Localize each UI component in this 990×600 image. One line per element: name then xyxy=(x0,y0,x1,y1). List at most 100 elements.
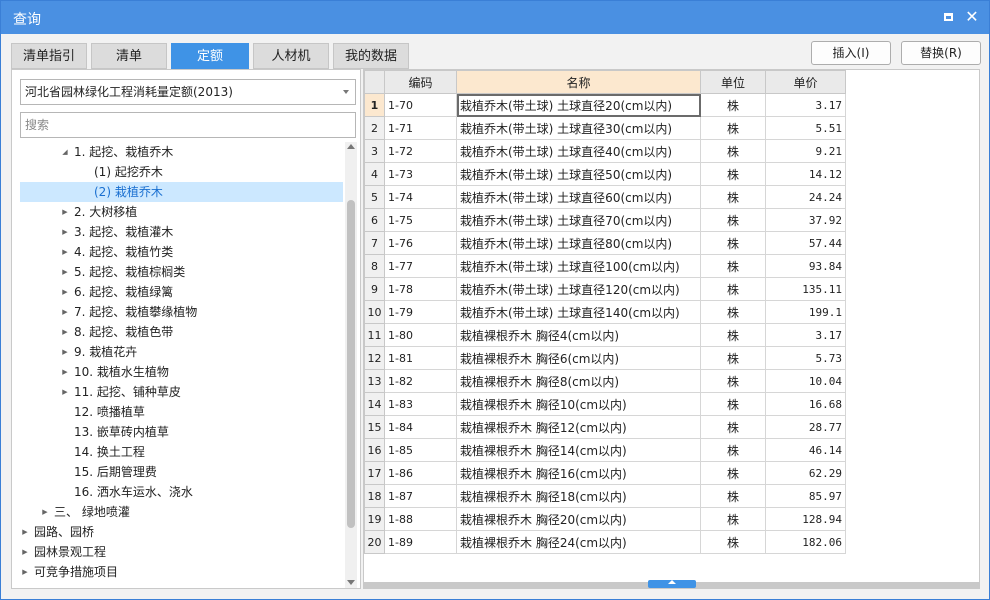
price-cell[interactable]: 37.92 xyxy=(765,208,846,232)
splitter-handle[interactable] xyxy=(648,580,696,588)
code-cell[interactable]: 1-80 xyxy=(384,323,457,347)
row-number-cell[interactable]: 9 xyxy=(364,277,385,301)
row-number-cell[interactable]: 4 xyxy=(364,162,385,186)
price-cell[interactable]: 14.12 xyxy=(765,162,846,186)
name-cell[interactable]: 栽植乔木(带土球) 土球直径20(cm以内) xyxy=(456,93,701,117)
row-number-cell[interactable]: 19 xyxy=(364,507,385,531)
name-cell[interactable]: 栽植乔木(带土球) 土球直径100(cm以内) xyxy=(456,254,701,278)
tab-materials[interactable]: 人材机 xyxy=(253,43,329,69)
unit-cell[interactable]: 株 xyxy=(700,185,766,209)
tree-item[interactable]: 16. 洒水车运水、浇水 xyxy=(20,482,343,502)
table-row[interactable]: 5 1-74 栽植乔木(带土球) 土球直径60(cm以内) 株 24.24 xyxy=(364,185,846,209)
name-cell[interactable]: 栽植乔木(带土球) 土球直径30(cm以内) xyxy=(456,116,701,140)
price-cell[interactable]: 24.24 xyxy=(765,185,846,209)
name-cell[interactable]: 栽植乔木(带土球) 土球直径50(cm以内) xyxy=(456,162,701,186)
code-cell[interactable]: 1-86 xyxy=(384,461,457,485)
quota-library-select[interactable]: 河北省园林绿化工程消耗量定额(2013) xyxy=(20,79,356,105)
row-number-cell[interactable]: 13 xyxy=(364,369,385,393)
code-cell[interactable]: 1-83 xyxy=(384,392,457,416)
table-row[interactable]: 15 1-84 栽植裸根乔木 胸径12(cm以内) 株 28.77 xyxy=(364,415,846,439)
tree-item[interactable]: ▶ 8. 起挖、栽植色带 xyxy=(20,322,343,342)
collapsed-arrow-icon[interactable]: ▶ xyxy=(60,242,70,262)
table-row[interactable]: 20 1-89 栽植裸根乔木 胸径24(cm以内) 株 182.06 xyxy=(364,530,846,554)
price-cell[interactable]: 3.17 xyxy=(765,323,846,347)
collapsed-arrow-icon[interactable]: ▶ xyxy=(60,302,70,322)
name-cell[interactable]: 栽植乔木(带土球) 土球直径120(cm以内) xyxy=(456,277,701,301)
table-row[interactable]: 16 1-85 栽植裸根乔木 胸径14(cm以内) 株 46.14 xyxy=(364,438,846,462)
price-cell[interactable]: 182.06 xyxy=(765,530,846,554)
price-cell[interactable]: 62.29 xyxy=(765,461,846,485)
table-row[interactable]: 7 1-76 栽植乔木(带土球) 土球直径80(cm以内) 株 57.44 xyxy=(364,231,846,255)
name-cell[interactable]: 栽植裸根乔木 胸径20(cm以内) xyxy=(456,507,701,531)
name-cell[interactable]: 栽植乔木(带土球) 土球直径140(cm以内) xyxy=(456,300,701,324)
tab-my-data[interactable]: 我的数据 xyxy=(333,43,409,69)
row-number-cell[interactable]: 5 xyxy=(364,185,385,209)
collapsed-arrow-icon[interactable]: ▶ xyxy=(60,382,70,402)
table-row[interactable]: 6 1-75 栽植乔木(带土球) 土球直径70(cm以内) 株 37.92 xyxy=(364,208,846,232)
unit-cell[interactable]: 株 xyxy=(700,208,766,232)
unit-cell[interactable]: 株 xyxy=(700,346,766,370)
code-cell[interactable]: 1-74 xyxy=(384,185,457,209)
table-row[interactable]: 8 1-77 栽植乔木(带土球) 土球直径100(cm以内) 株 93.84 xyxy=(364,254,846,278)
title-bar[interactable]: 查询 ✕ xyxy=(1,1,989,34)
price-cell[interactable]: 9.21 xyxy=(765,139,846,163)
row-number-cell[interactable]: 14 xyxy=(364,392,385,416)
table-row[interactable]: 9 1-78 栽植乔木(带土球) 土球直径120(cm以内) 株 135.11 xyxy=(364,277,846,301)
table-row[interactable]: 17 1-86 栽植裸根乔木 胸径16(cm以内) 株 62.29 xyxy=(364,461,846,485)
tree-item[interactable]: 12. 喷播植草 xyxy=(20,402,343,422)
unit-cell[interactable]: 株 xyxy=(700,254,766,278)
name-cell[interactable]: 栽植乔木(带土球) 土球直径40(cm以内) xyxy=(456,139,701,163)
tree-item[interactable]: ▶ 11. 起挖、铺种草皮 xyxy=(20,382,343,402)
tree-item[interactable]: ▶ 2. 大树移植 xyxy=(20,202,343,222)
table-row[interactable]: 12 1-81 栽植裸根乔木 胸径6(cm以内) 株 5.73 xyxy=(364,346,846,370)
row-number-cell[interactable]: 8 xyxy=(364,254,385,278)
unit-cell[interactable]: 株 xyxy=(700,415,766,439)
row-number-cell[interactable]: 10 xyxy=(364,300,385,324)
row-number-cell[interactable]: 2 xyxy=(364,116,385,140)
code-cell[interactable]: 1-82 xyxy=(384,369,457,393)
unit-cell[interactable]: 株 xyxy=(700,162,766,186)
price-cell[interactable]: 5.73 xyxy=(765,346,846,370)
code-cell[interactable]: 1-75 xyxy=(384,208,457,232)
name-cell[interactable]: 栽植乔木(带土球) 土球直径70(cm以内) xyxy=(456,208,701,232)
tree-item[interactable]: ▶ 6. 起挖、栽植绿篱 xyxy=(20,282,343,302)
unit-cell[interactable]: 株 xyxy=(700,139,766,163)
collapsed-arrow-icon[interactable]: ▶ xyxy=(20,522,30,542)
unit-cell[interactable]: 株 xyxy=(700,484,766,508)
name-cell[interactable]: 栽植裸根乔木 胸径18(cm以内) xyxy=(456,484,701,508)
tree-item[interactable]: ▶ 园路、园桥 xyxy=(20,522,343,542)
unit-cell[interactable]: 株 xyxy=(700,277,766,301)
name-cell[interactable]: 栽植裸根乔木 胸径4(cm以内) xyxy=(456,323,701,347)
collapsed-arrow-icon[interactable]: ▶ xyxy=(20,562,30,582)
row-number-cell[interactable]: 17 xyxy=(364,461,385,485)
unit-cell[interactable]: 株 xyxy=(700,116,766,140)
collapsed-arrow-icon[interactable]: ▶ xyxy=(60,362,70,382)
tab-bill[interactable]: 清单 xyxy=(91,43,167,69)
unit-cell[interactable]: 株 xyxy=(700,530,766,554)
price-cell[interactable]: 28.77 xyxy=(765,415,846,439)
tab-quota[interactable]: 定额 xyxy=(171,43,249,69)
code-cell[interactable]: 1-89 xyxy=(384,530,457,554)
tree-scrollbar[interactable] xyxy=(345,142,357,588)
unit-cell[interactable]: 株 xyxy=(700,461,766,485)
code-cell[interactable]: 1-73 xyxy=(384,162,457,186)
tree-item[interactable]: ▶ 可竞争措施项目 xyxy=(20,562,343,582)
replace-button[interactable]: 替换(R) xyxy=(901,41,981,65)
row-number-cell[interactable]: 11 xyxy=(364,323,385,347)
code-cell[interactable]: 1-84 xyxy=(384,415,457,439)
name-cell[interactable]: 栽植裸根乔木 胸径14(cm以内) xyxy=(456,438,701,462)
table-row[interactable]: 4 1-73 栽植乔木(带土球) 土球直径50(cm以内) 株 14.12 xyxy=(364,162,846,186)
unit-cell[interactable]: 株 xyxy=(700,323,766,347)
collapsed-arrow-icon[interactable]: ▶ xyxy=(40,502,50,522)
price-cell[interactable]: 3.17 xyxy=(765,93,846,117)
price-cell[interactable]: 57.44 xyxy=(765,231,846,255)
price-cell[interactable]: 85.97 xyxy=(765,484,846,508)
tree-item[interactable]: 14. 换土工程 xyxy=(20,442,343,462)
maximize-icon[interactable] xyxy=(939,8,957,26)
unit-cell[interactable]: 株 xyxy=(700,369,766,393)
code-cell[interactable]: 1-81 xyxy=(384,346,457,370)
tree-item[interactable]: ▶ 园林景观工程 xyxy=(20,542,343,562)
row-number-cell[interactable]: 18 xyxy=(364,484,385,508)
name-cell[interactable]: 栽植裸根乔木 胸径24(cm以内) xyxy=(456,530,701,554)
table-row[interactable]: 19 1-88 栽植裸根乔木 胸径20(cm以内) 株 128.94 xyxy=(364,507,846,531)
